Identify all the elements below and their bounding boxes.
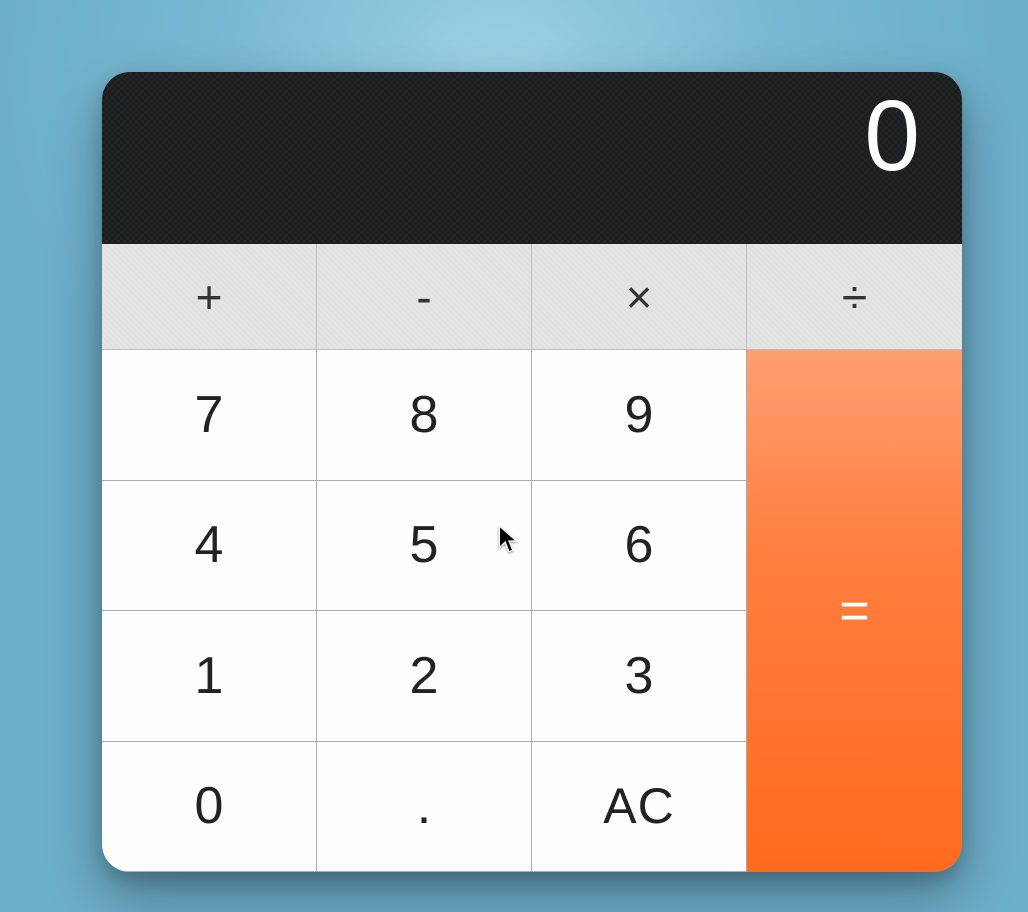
digit-0-button[interactable]: 0 [102,742,317,873]
display: 0 [102,72,962,244]
digit-2-button[interactable]: 2 [317,611,532,742]
keypad: 7 8 9 4 5 6 1 2 3 0 . AC = [102,350,962,872]
digit-4-button[interactable]: 4 [102,481,317,612]
calculator: 0 + - × ÷ 7 8 9 4 5 6 1 2 3 0 . AC = [102,72,962,872]
add-button[interactable]: + [102,244,317,350]
subtract-button[interactable]: - [317,244,532,350]
equals-button[interactable]: = [747,350,962,872]
multiply-button[interactable]: × [532,244,747,350]
display-value: 0 [864,86,920,186]
clear-button[interactable]: AC [532,742,747,873]
digit-9-button[interactable]: 9 [532,350,747,481]
digit-8-button[interactable]: 8 [317,350,532,481]
digit-5-button[interactable]: 5 [317,481,532,612]
digit-3-button[interactable]: 3 [532,611,747,742]
decimal-button[interactable]: . [317,742,532,873]
operator-row: + - × ÷ [102,244,962,350]
digit-1-button[interactable]: 1 [102,611,317,742]
digit-7-button[interactable]: 7 [102,350,317,481]
digit-6-button[interactable]: 6 [532,481,747,612]
divide-button[interactable]: ÷ [747,244,962,350]
